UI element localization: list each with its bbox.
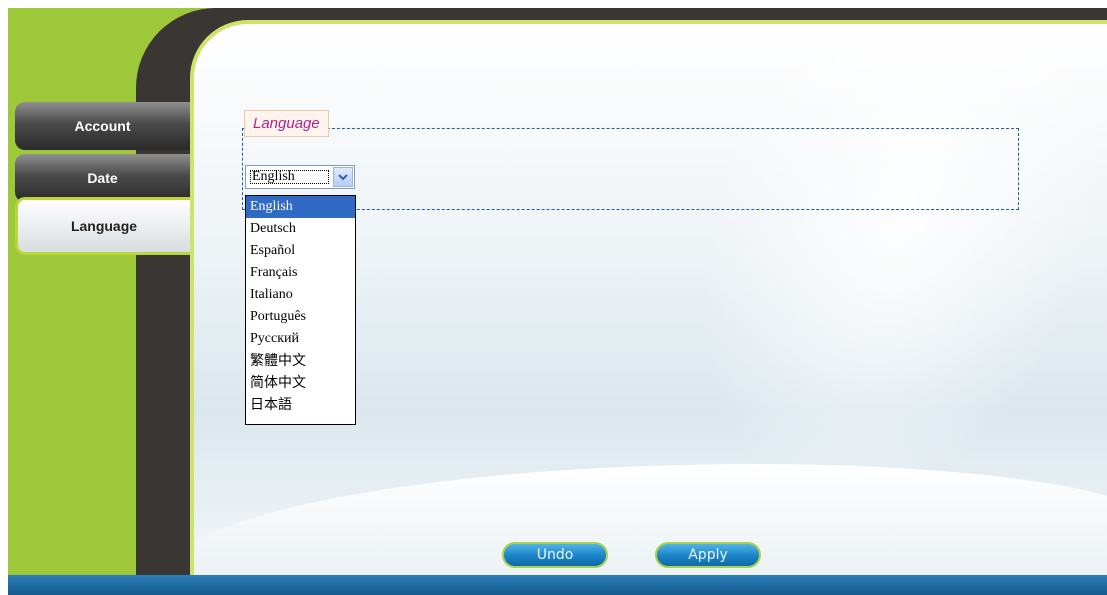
language-legend: Language [244,110,329,137]
language-dropdown-list[interactable]: English Deutsch Español Français Italian… [245,195,356,425]
language-select[interactable]: English [245,165,355,189]
settings-window: Account Date Language Language English E… [0,0,1107,595]
language-option-italiano[interactable]: Italiano [246,284,355,306]
language-option-traditional-chinese[interactable]: 繁體中文 [246,350,355,372]
apply-button[interactable]: Apply [655,542,761,568]
language-option-russian[interactable]: Русский [246,328,355,350]
language-option-francais[interactable]: Français [246,262,355,284]
language-option-japanese[interactable]: 日本語 [246,394,355,416]
tab-account-label: Account [74,118,131,134]
undo-button[interactable]: Undo [502,542,608,568]
language-option-deutsch[interactable]: Deutsch [246,218,355,240]
bottom-bar [8,575,1107,595]
language-option-english[interactable]: English [246,196,355,218]
tab-language[interactable]: Language [15,197,190,255]
tab-date-label: Date [87,170,118,186]
language-fieldset [242,128,1019,210]
language-option-espanol[interactable]: Español [246,240,355,262]
language-option-simplified-chinese[interactable]: 简体中文 [246,372,355,394]
chevron-down-glyph [338,174,348,181]
tab-account[interactable]: Account [15,102,190,150]
tab-date[interactable]: Date [15,154,190,202]
tab-language-label: Language [70,218,138,234]
chevron-down-icon[interactable] [333,167,353,187]
language-select-value: English [248,168,331,186]
language-option-portugues[interactable]: Português [246,306,355,328]
